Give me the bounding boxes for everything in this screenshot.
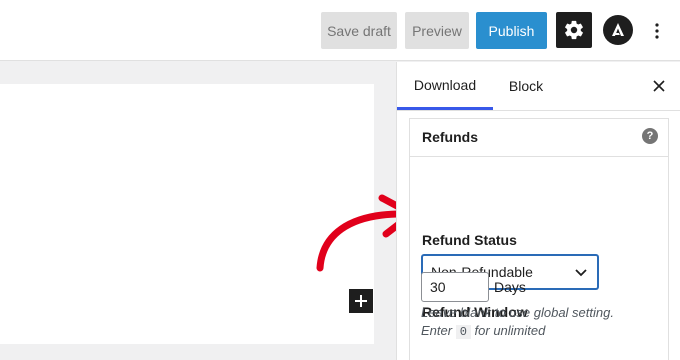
tabs-divider (397, 110, 680, 111)
hint-line-1: Leave blank to use global setting. (421, 305, 614, 320)
hint-enter: Enter (421, 323, 453, 338)
hint-code: 0 (455, 325, 471, 339)
help-icon[interactable]: ? (642, 128, 658, 144)
tab-block[interactable]: Block (493, 62, 559, 110)
publish-button[interactable]: Publish (476, 12, 547, 49)
tab-download[interactable]: Download (397, 62, 493, 110)
hint-suffix: for unlimited (474, 323, 546, 338)
panel-top-border (410, 118, 668, 119)
close-icon[interactable] (649, 76, 669, 96)
panel-header-divider (410, 156, 668, 157)
chevron-down-icon (575, 269, 587, 277)
refund-window-hint: Leave blank to use global setting. Enter… (421, 304, 614, 341)
preview-button[interactable]: Preview (405, 12, 469, 49)
settings-button[interactable] (556, 12, 592, 48)
astra-logo-icon (612, 23, 624, 36)
refund-window-input[interactable]: 30 (421, 272, 489, 302)
vertical-ellipsis-icon (655, 23, 659, 39)
panel-title[interactable]: Refunds (422, 129, 478, 145)
more-options-button[interactable] (646, 18, 668, 44)
add-block-button[interactable] (349, 289, 373, 313)
hint-line-2: Enter 0 for unlimited (421, 322, 614, 341)
refund-status-label: Refund Status (422, 232, 517, 248)
astra-button[interactable] (603, 15, 633, 45)
plus-icon (355, 295, 367, 307)
refund-window-unit: Days (494, 279, 526, 295)
save-draft-button[interactable]: Save draft (321, 12, 397, 49)
editor-header: Save draft Preview Publish (0, 0, 680, 61)
gear-icon (565, 20, 583, 40)
